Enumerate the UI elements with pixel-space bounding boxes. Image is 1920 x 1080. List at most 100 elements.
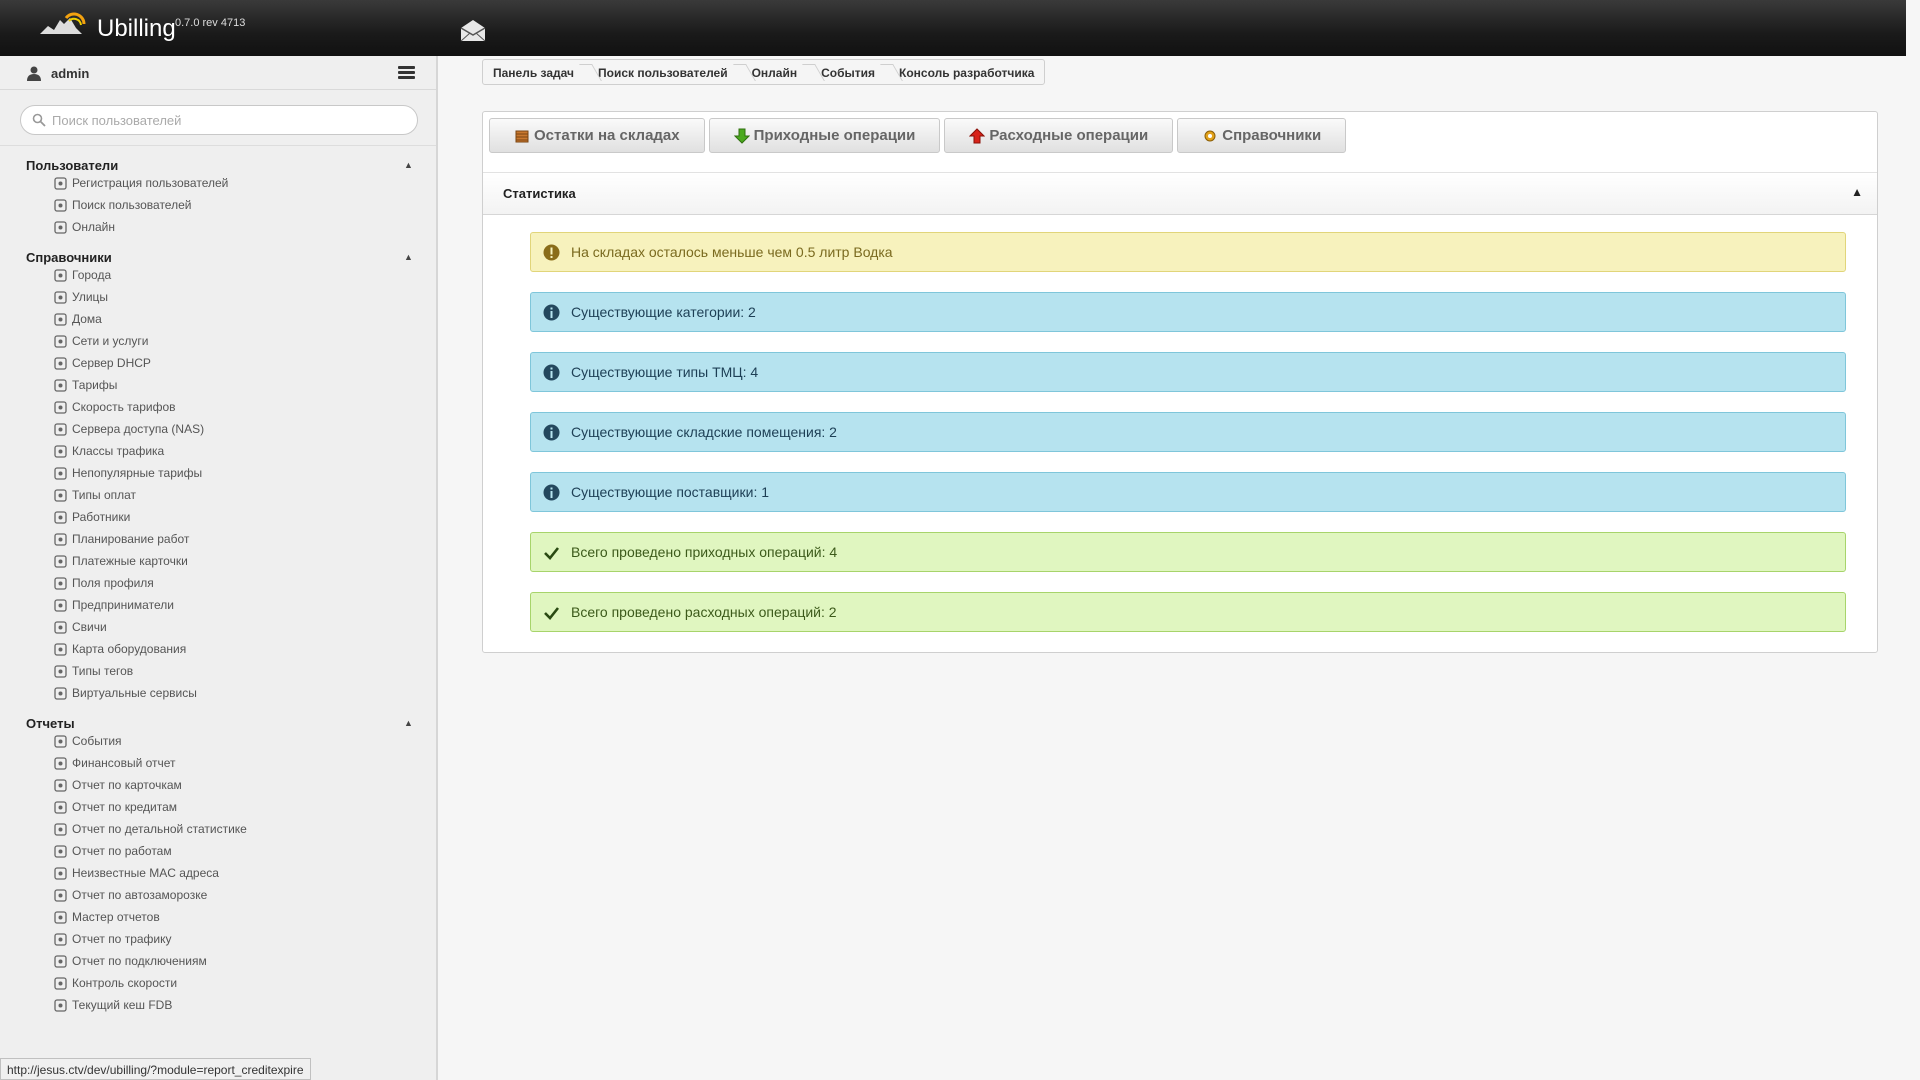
tab-2[interactable]: Расходные операции xyxy=(944,118,1174,153)
menu-item-label: Работники xyxy=(72,510,131,524)
sidebar-menu-item[interactable]: Сервер DHCP xyxy=(0,352,436,374)
main-panel: Остатки на складах Приходные операции Расх… xyxy=(482,111,1878,653)
sidebar-menu-item[interactable]: Сервера доступа (NAS) xyxy=(0,418,436,440)
sidebar-menu-item[interactable]: Финансовый отчет xyxy=(0,752,436,774)
alert-ok: Всего проведено расходных операций: 2 xyxy=(530,592,1846,632)
menu-item-label: Платежные карточки xyxy=(72,554,188,568)
sidebar-menu-item[interactable]: Сети и услуги xyxy=(0,330,436,352)
credit-icon xyxy=(53,800,68,815)
menu-toggle-icon[interactable] xyxy=(398,66,415,80)
menu-item-label: Типы тегов xyxy=(72,664,134,678)
menu-item-label: Дома xyxy=(72,312,102,326)
menu-item-label: Отчет по трафику xyxy=(72,932,172,946)
sidebar-menu-item[interactable]: Виртуальные сервисы xyxy=(0,682,436,704)
report-master-icon xyxy=(53,910,68,925)
sidebar-menu-item[interactable]: События xyxy=(0,730,436,752)
breadcrumb-item[interactable]: Онлайн xyxy=(738,60,808,84)
profile-fields-icon xyxy=(53,576,68,591)
connections-icon xyxy=(53,954,68,969)
sidebar-menu-item[interactable]: Непопулярные тарифы xyxy=(0,462,436,484)
menu-item-label: Карта оборудования xyxy=(72,642,187,656)
collapse-triangle-icon[interactable]: ▲ xyxy=(404,252,413,262)
user-add-icon xyxy=(53,176,68,191)
sidebar-menu-item[interactable]: Города xyxy=(0,264,436,286)
statistics-header[interactable]: Статистика ▲ xyxy=(483,172,1877,215)
sidebar-menu-item[interactable]: Онлайн xyxy=(0,216,436,238)
sidebar-menu-item[interactable]: Карта оборудования xyxy=(0,638,436,660)
mail-icon[interactable] xyxy=(458,17,488,43)
sidebar-menu-item[interactable]: Типы тегов xyxy=(0,660,436,682)
sidebar-menu-item[interactable]: Дома xyxy=(0,308,436,330)
section-title-label: Отчеты xyxy=(26,716,75,731)
sidebar-menu-item[interactable]: Типы оплат xyxy=(0,484,436,506)
gear-icon xyxy=(1202,128,1218,144)
sidebar-section-title[interactable]: Отчеты ▲ xyxy=(0,704,436,731)
search-input[interactable] xyxy=(52,111,402,129)
sidebar-menu-item[interactable]: Классы трафика xyxy=(0,440,436,462)
sidebar-menu-item[interactable]: Отчет по автозаморозке xyxy=(0,884,436,906)
menu-item-label: События xyxy=(72,734,122,748)
sidebar-menu-item[interactable]: Отчет по кредитам xyxy=(0,796,436,818)
collapse-triangle-icon[interactable]: ▲ xyxy=(404,160,413,170)
sidebar-menu-item[interactable]: Текущий кеш FDB xyxy=(0,994,436,1016)
alert-info: Существующие типы ТМЦ: 4 xyxy=(530,352,1846,392)
sidebar-menu-item[interactable]: Платежные карточки xyxy=(0,550,436,572)
tab-1[interactable]: Приходные операции xyxy=(708,118,941,153)
sidebar-menu-item[interactable]: Планирование работ xyxy=(0,528,436,550)
tab-label: Остатки на складах xyxy=(534,127,680,144)
tab-3[interactable]: Справочники xyxy=(1177,118,1347,153)
breadcrumb: Панель задач Поиск пользователей Онлайн Соб… xyxy=(482,59,1046,85)
collapse-triangle-icon[interactable]: ▲ xyxy=(404,718,413,728)
sidebar-menu-item[interactable]: Мастер отчетов xyxy=(0,906,436,928)
sidebar-menu-item[interactable]: Неизвестные MAC адреса xyxy=(0,862,436,884)
nas-icon xyxy=(53,422,68,437)
tab-label: Приходные операции xyxy=(753,127,916,144)
sidebar-menu-item[interactable]: Тарифы xyxy=(0,374,436,396)
menu-item-label: Отчет по работам xyxy=(72,844,172,858)
sidebar-menu-item[interactable]: Отчет по трафику xyxy=(0,928,436,950)
breadcrumb-item[interactable]: Поиск пользователей xyxy=(584,60,738,84)
sidebar-menu-item[interactable]: Свичи xyxy=(0,616,436,638)
exclamation-icon xyxy=(543,244,560,261)
menu-item-label: Финансовый отчет xyxy=(72,756,176,770)
menu-item-label: Планирование работ xyxy=(72,532,190,546)
worker-icon xyxy=(53,510,68,525)
alert-text: Существующие складские помещения: 2 xyxy=(571,424,837,440)
menu-item-label: Города xyxy=(72,268,112,282)
sidebar-menu-item[interactable]: Поля профиля xyxy=(0,572,436,594)
payment-icon xyxy=(53,488,68,503)
clock-icon xyxy=(53,598,68,613)
sidebar-menu-item[interactable]: Поиск пользователей xyxy=(0,194,436,216)
check-circle-icon xyxy=(53,734,68,749)
status-bar-url: http://jesus.ctv/dev/ubilling/?module=re… xyxy=(0,1058,311,1080)
sidebar-menu-item[interactable]: Работники xyxy=(0,506,436,528)
sidebar-menu-item[interactable]: Регистрация пользователей xyxy=(0,172,436,194)
sidebar-menu-item[interactable]: Улицы xyxy=(0,286,436,308)
server-icon xyxy=(53,356,68,371)
alert-info: Существующие складские помещения: 2 xyxy=(530,412,1846,452)
sidebar-menu-item[interactable]: Отчет по работам xyxy=(0,840,436,862)
menu-item-label: Типы оплат xyxy=(72,488,137,502)
breadcrumb-item[interactable]: События xyxy=(807,60,885,84)
sidebar-section-title[interactable]: Справочники ▲ xyxy=(0,238,436,265)
sidebar-menu-item[interactable]: Отчет по детальной статистике xyxy=(0,818,436,840)
breadcrumb-item[interactable]: Панель задач xyxy=(483,60,584,84)
menu-item-label: Текущий кеш FDB xyxy=(72,998,173,1012)
breadcrumb-item[interactable]: Консоль разработчика xyxy=(885,60,1044,84)
username[interactable]: admin xyxy=(51,66,89,81)
statistics-title: Статистика xyxy=(503,186,576,201)
arrow-up-red-icon xyxy=(969,127,986,144)
sidebar-menu-item[interactable]: Контроль скорости xyxy=(0,972,436,994)
app-brand[interactable]: Ubilling xyxy=(97,15,176,43)
sidebar-section-title[interactable]: Пользователи ▲ xyxy=(0,146,436,173)
menu-item-label: Непопулярные тарифы xyxy=(72,466,203,480)
sidebar-menu-item[interactable]: Отчет по подключениям xyxy=(0,950,436,972)
sidebar-menu-item[interactable]: Отчет по карточкам xyxy=(0,774,436,796)
warehouse-icon xyxy=(514,128,530,144)
collapse-triangle-icon[interactable]: ▲ xyxy=(1851,185,1863,199)
ubilling-logo[interactable] xyxy=(36,10,86,40)
tab-0[interactable]: Остатки на складах xyxy=(489,118,705,153)
alert-ok: Всего проведено приходных операций: 4 xyxy=(530,532,1846,572)
sidebar-menu-item[interactable]: Предприниматели xyxy=(0,594,436,616)
sidebar-menu-item[interactable]: Скорость тарифов xyxy=(0,396,436,418)
